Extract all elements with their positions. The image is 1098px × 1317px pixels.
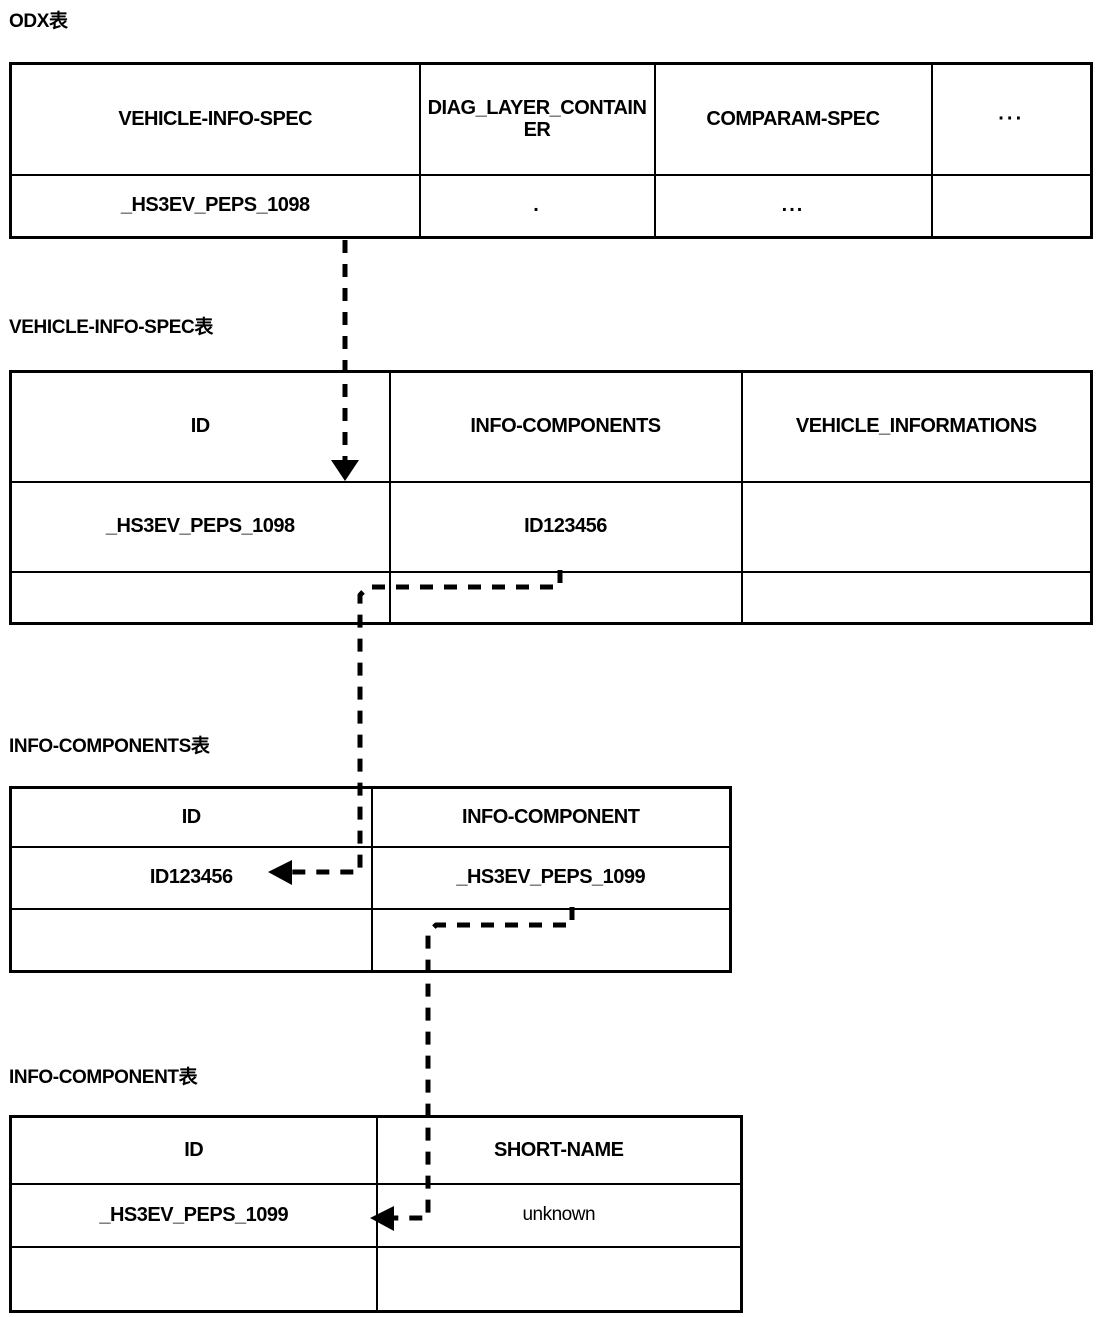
table-header-row: ID SHORT-NAME bbox=[9, 1115, 743, 1185]
column-header-ellipsis: ··· bbox=[930, 62, 1093, 176]
table-row: _HS3EV_PEPS_1098 ID123456 bbox=[9, 480, 1093, 573]
cell-ellipsis-value bbox=[930, 173, 1093, 239]
column-header-id: ID bbox=[9, 370, 391, 483]
cell-id-empty bbox=[9, 907, 373, 973]
cell-vehicle-informations-empty bbox=[740, 570, 1093, 625]
table-header-row: VEHICLE-INFO-SPEC DIAG_LAYER_CONTAINER C… bbox=[9, 62, 1093, 176]
table-row bbox=[9, 1245, 743, 1313]
table-row: _HS3EV_PEPS_1099 unknown bbox=[9, 1182, 743, 1248]
table-row bbox=[9, 907, 732, 973]
table-row: _HS3EV_PEPS_1098 . ... bbox=[9, 173, 1093, 239]
column-header-id: ID bbox=[9, 786, 373, 848]
cell-id-value: _HS3EV_PEPS_1099 bbox=[9, 1182, 378, 1248]
diagram-canvas: ODX表 VEHICLE-INFO-SPEC DIAG_LAYER_CONTAI… bbox=[0, 0, 1098, 1317]
caption-info-component-table: INFO-COMPONENT表 bbox=[9, 1067, 198, 1088]
column-header-vehicle-info-spec: VEHICLE-INFO-SPEC bbox=[9, 62, 421, 176]
info-component-table: ID SHORT-NAME _HS3EV_PEPS_1099 unknown bbox=[9, 1115, 743, 1313]
cell-id-value: _HS3EV_PEPS_1098 bbox=[9, 480, 391, 573]
column-header-vehicle-informations: VEHICLE_INFORMATIONS bbox=[740, 370, 1093, 483]
cell-id-empty bbox=[9, 570, 391, 625]
cell-diag-layer-container-value: . bbox=[418, 173, 656, 239]
column-header-id: ID bbox=[9, 1115, 378, 1185]
vehicle-info-spec-table: ID INFO-COMPONENTS VEHICLE_INFORMATIONS … bbox=[9, 370, 1093, 625]
cell-comparam-spec-value: ... bbox=[653, 173, 933, 239]
cell-info-components-empty bbox=[388, 570, 743, 625]
column-header-diag-layer-container: DIAG_LAYER_CONTAINER bbox=[418, 62, 656, 176]
column-header-comparam-spec: COMPARAM-SPEC bbox=[653, 62, 933, 176]
column-header-short-name: SHORT-NAME bbox=[375, 1115, 743, 1185]
caption-vehicle-info-spec-table: VEHICLE-INFO-SPEC表 bbox=[9, 317, 213, 338]
cell-id-value: ID123456 bbox=[9, 845, 373, 910]
cell-vehicle-informations-value bbox=[740, 480, 1093, 573]
cell-short-name-empty bbox=[375, 1245, 743, 1313]
table-header-row: ID INFO-COMPONENT bbox=[9, 786, 732, 848]
cell-info-components-value: ID123456 bbox=[388, 480, 743, 573]
column-header-info-components: INFO-COMPONENTS bbox=[388, 370, 743, 483]
caption-odx-table: ODX表 bbox=[9, 11, 68, 32]
column-header-info-component: INFO-COMPONENT bbox=[370, 786, 732, 848]
table-row bbox=[9, 570, 1093, 625]
cell-vehicle-info-spec-value: _HS3EV_PEPS_1098 bbox=[9, 173, 421, 239]
cell-short-name-value: unknown bbox=[375, 1182, 743, 1248]
cell-info-component-value: _HS3EV_PEPS_1099 bbox=[370, 845, 732, 910]
caption-info-components-table: INFO-COMPONENTS表 bbox=[9, 736, 210, 757]
cell-info-component-empty bbox=[370, 907, 732, 973]
odx-table: VEHICLE-INFO-SPEC DIAG_LAYER_CONTAINER C… bbox=[9, 62, 1093, 239]
table-row: ID123456 _HS3EV_PEPS_1099 bbox=[9, 845, 732, 910]
table-header-row: ID INFO-COMPONENTS VEHICLE_INFORMATIONS bbox=[9, 370, 1093, 483]
cell-id-empty bbox=[9, 1245, 378, 1313]
info-components-table: ID INFO-COMPONENT ID123456 _HS3EV_PEPS_1… bbox=[9, 786, 732, 973]
